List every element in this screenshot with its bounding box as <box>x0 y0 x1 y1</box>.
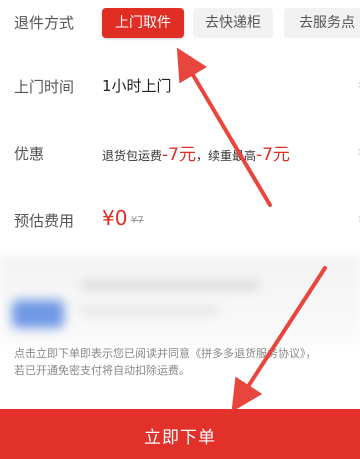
discount-text-prefix: 退货包运费 <box>102 149 163 163</box>
discount-detail: 退货包运费-7元，续重最高-7元 <box>102 140 290 165</box>
discount-text-middle: ，续重最高 <box>195 149 256 163</box>
return-method-label: 退件方式 <box>14 14 75 32</box>
agreement-line-1: 点击立即下单即表示您已阅读并同意《拼多多退货服务协议》， <box>14 347 317 360</box>
discount-amount-1: -7元 <box>162 145 196 165</box>
agreement-notice: 点击立即下单即表示您已阅读并同意《拼多多退货服务协议》， 若已开通免密支付将自动… <box>14 345 354 379</box>
submit-order-button[interactable]: 立即下单 <box>0 409 360 459</box>
option-home-pickup-button[interactable]: 上门取件 <box>102 8 184 38</box>
estimated-fee-original-price: ¥7 <box>131 215 144 226</box>
discount-row[interactable]: 优惠 退货包运费-7元，续重最高-7元 › <box>0 131 360 175</box>
option-service-point-label: 去服务点 <box>299 15 355 31</box>
option-parcel-locker-label: 去快递柜 <box>205 15 261 31</box>
estimated-fee-label: 预估费用 <box>14 212 75 230</box>
pickup-time-value: 1小时上门 <box>102 77 172 95</box>
discount-label: 优惠 <box>14 145 45 163</box>
pickup-time-row[interactable]: 上门时间 1小时上门 › <box>0 64 360 108</box>
option-service-point-button[interactable]: 去服务点 <box>284 8 360 38</box>
discount-amount-2: -7元 <box>255 145 290 165</box>
pickup-time-label: 上门时间 <box>14 78 75 96</box>
option-parcel-locker-button[interactable]: 去快递柜 <box>193 8 273 38</box>
submit-order-label: 立即下单 <box>144 428 216 448</box>
return-method-row: 退件方式 上门取件 去快递柜 去服务点 <box>0 0 360 46</box>
estimated-fee-price: ¥0 <box>102 206 128 230</box>
agreement-line-2: 若已开通免密支付将自动扣除运费。 <box>14 364 190 377</box>
blurred-content-area <box>0 255 360 345</box>
estimated-fee-row[interactable]: 预估费用 ¥0 ¥7 › <box>0 198 360 242</box>
option-home-pickup-label: 上门取件 <box>115 15 171 31</box>
